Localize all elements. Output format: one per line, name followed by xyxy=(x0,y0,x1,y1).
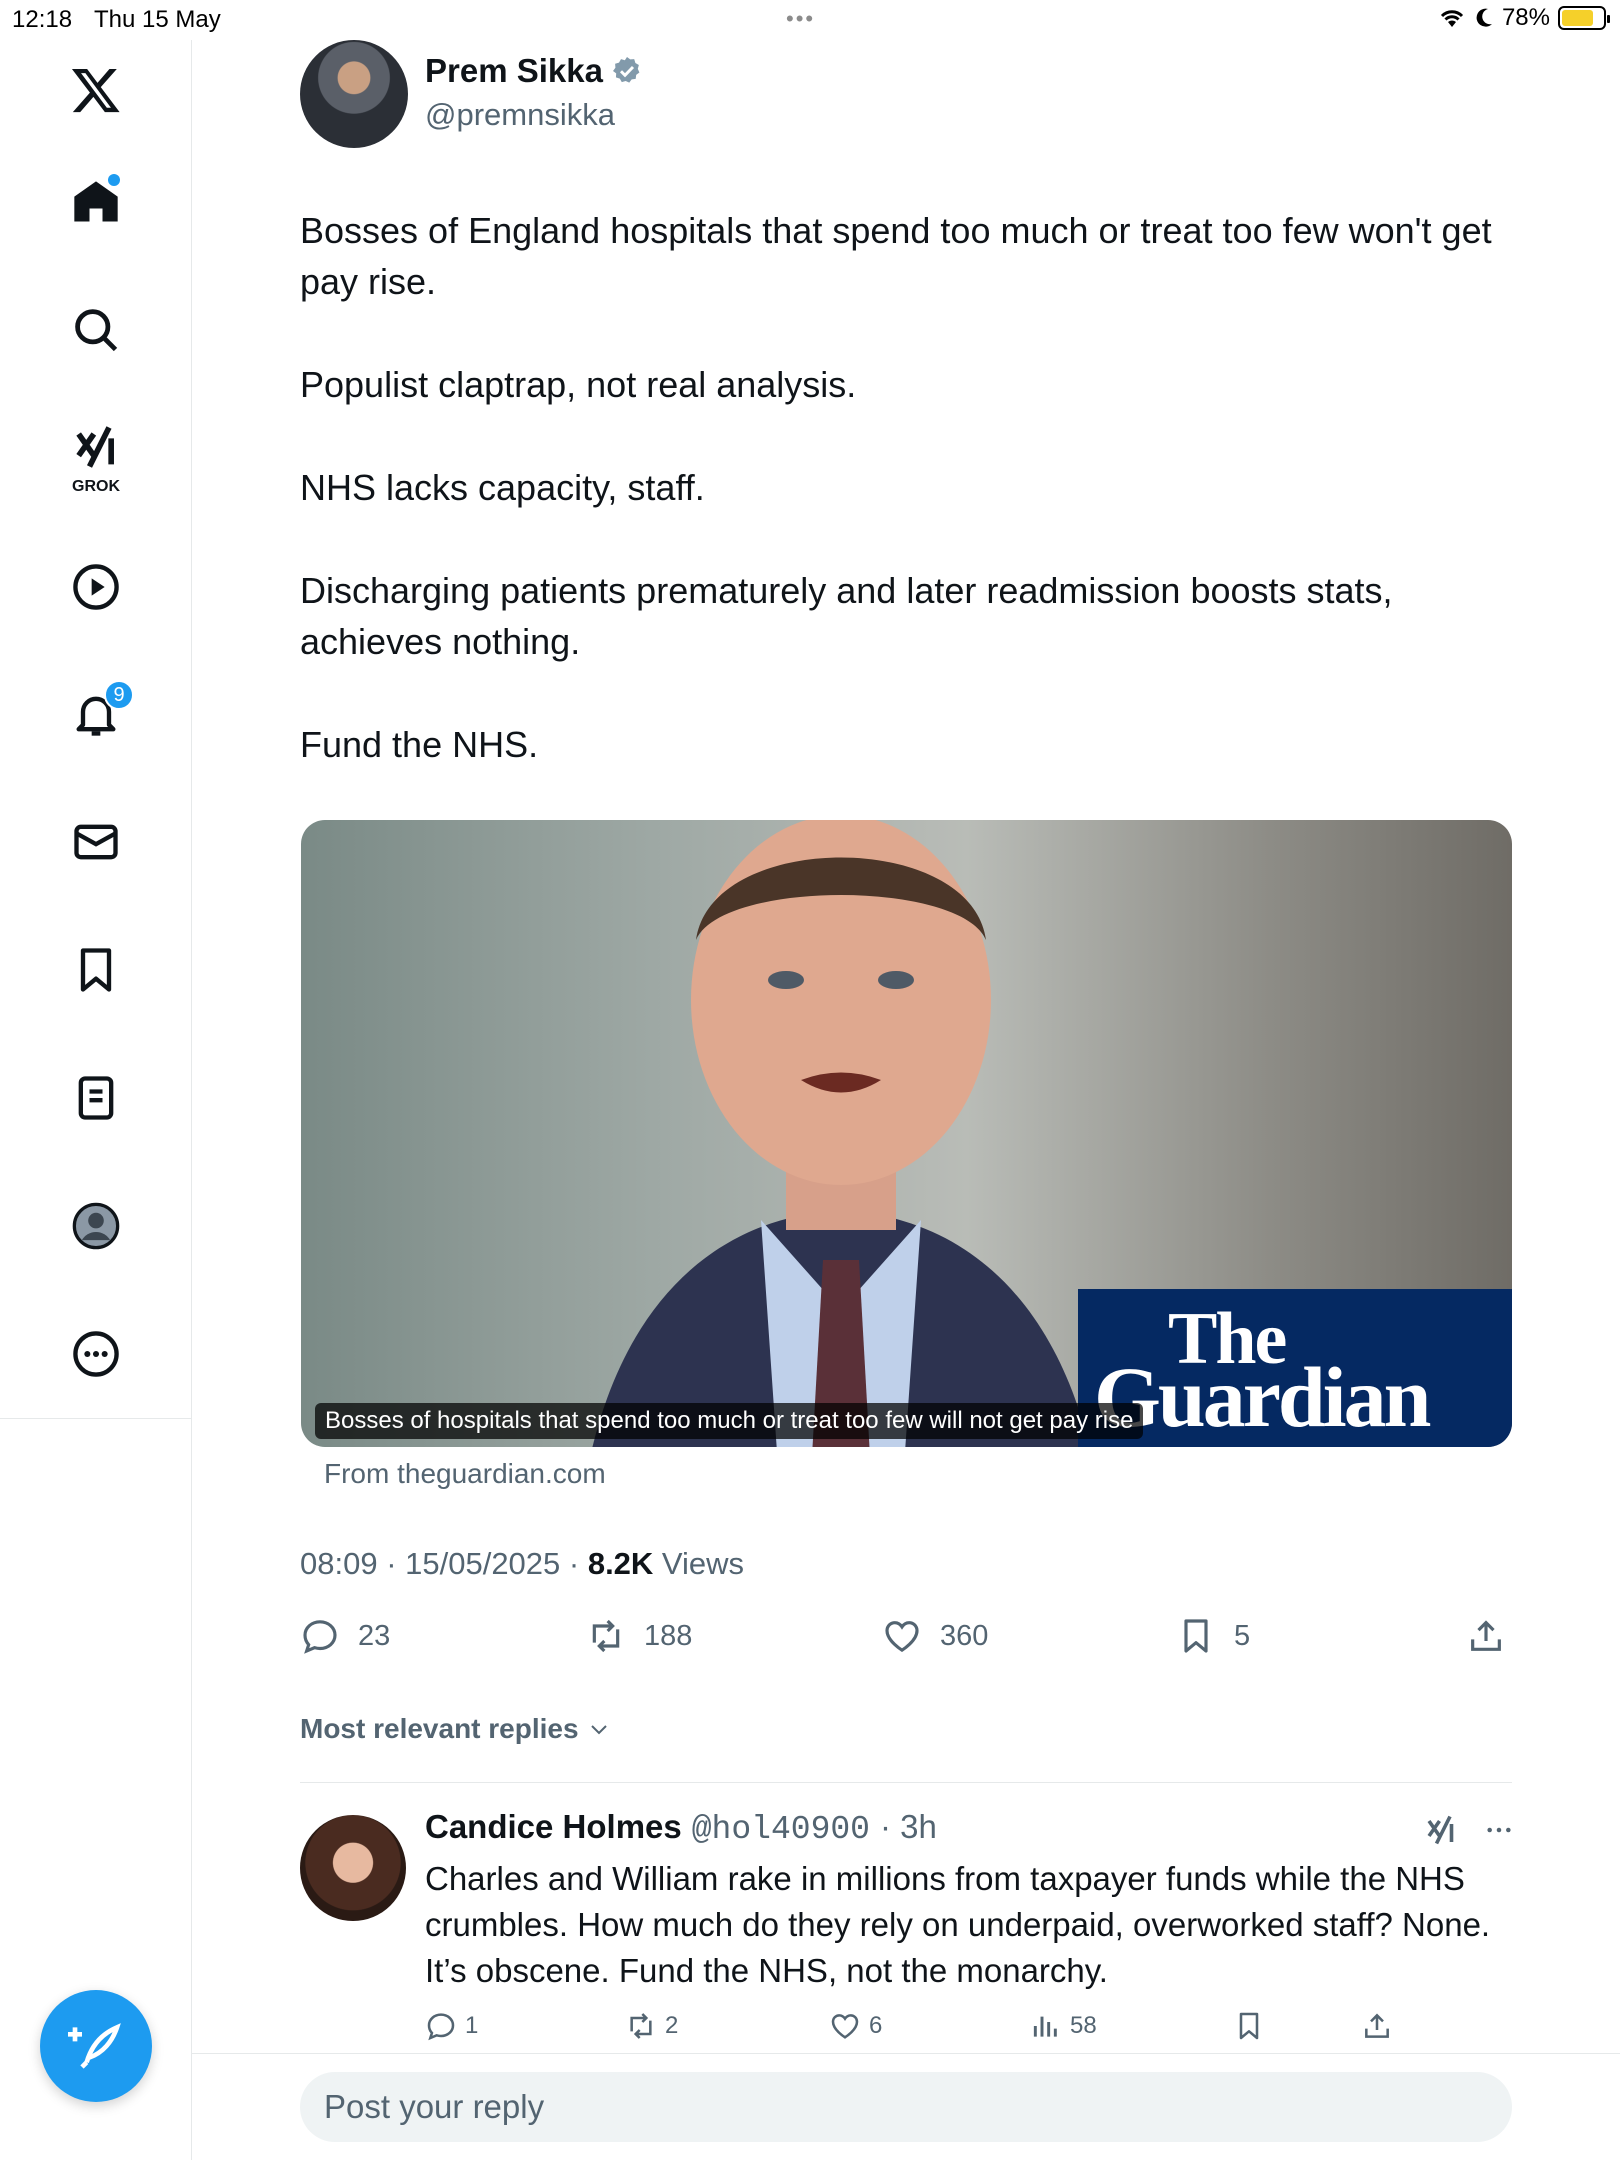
repost-count: 188 xyxy=(644,1619,693,1652)
reply-text: Charles and William rake in millions fro… xyxy=(425,1860,1491,1989)
heart-icon xyxy=(885,1621,919,1653)
reply-repost-count: 2 xyxy=(665,2012,679,2039)
author-name-text: Prem Sikka xyxy=(425,52,603,89)
replies-divider xyxy=(300,1782,1512,1783)
reply-icon xyxy=(427,2013,455,2041)
wifi-icon xyxy=(1440,10,1464,27)
card-headline: Bosses of hospitals that spend too much … xyxy=(315,1403,1144,1439)
reply-share-button[interactable] xyxy=(1361,2010,1393,2042)
home-icon[interactable] xyxy=(56,162,136,242)
reply-views-button[interactable]: 58 xyxy=(1030,2010,1097,2042)
grok-icon[interactable]: GROK xyxy=(56,416,136,496)
share-button[interactable] xyxy=(1466,1616,1506,1656)
reply-repost-button[interactable]: 2 xyxy=(625,2010,678,2042)
sidebar: GROK 9 xyxy=(0,40,192,2160)
guardian-logo: The Guardian xyxy=(1078,1289,1512,1447)
battery-icon xyxy=(1558,6,1610,30)
bookmark-icon xyxy=(1239,2012,1259,2040)
reply-composer-input[interactable]: Post your reply xyxy=(300,2072,1512,2142)
video-play-icon[interactable] xyxy=(56,547,136,627)
x-logo-icon[interactable] xyxy=(56,50,136,130)
moon-icon xyxy=(1476,8,1492,27)
composer-divider xyxy=(192,2053,1620,2054)
reply-bookmark-button[interactable] xyxy=(1233,2010,1265,2042)
like-count: 360 xyxy=(940,1619,989,1652)
card-source[interactable]: From theguardian.com xyxy=(324,1458,606,1490)
views-count: 8.2K xyxy=(587,1546,654,1581)
guardian-logo-line2: Guardian xyxy=(1094,1349,1431,1445)
verified-badge-icon xyxy=(612,57,640,83)
reply-header: Candice Holmes @hol40900 · 3h xyxy=(425,1808,1515,1848)
reply-like-count: 6 xyxy=(869,2012,883,2039)
lists-icon[interactable] xyxy=(56,1058,136,1138)
share-icon xyxy=(1365,2013,1389,2038)
repost-icon xyxy=(592,1619,620,1653)
reply-count: 23 xyxy=(358,1619,391,1652)
reply-author-handle[interactable]: @hol40900 xyxy=(692,1811,870,1848)
status-bar: 12:18 Thu 15 May ••• 78% xyxy=(0,0,1620,40)
notifications-bell-icon[interactable]: 9 xyxy=(56,674,136,754)
chevron-down-icon xyxy=(590,1725,607,1735)
more-options-icon[interactable] xyxy=(56,1314,136,1394)
bookmark-count: 5 xyxy=(1234,1619,1251,1652)
reply-more-icon[interactable] xyxy=(1483,1814,1515,1846)
grok-explain-icon[interactable] xyxy=(1423,1812,1459,1848)
reply-avatar[interactable] xyxy=(300,1815,406,1921)
author-name[interactable]: Prem Sikka xyxy=(425,52,643,90)
grok-label: GROK xyxy=(72,478,120,495)
reply-author-name[interactable]: Candice Holmes xyxy=(425,1808,682,1846)
composer-placeholder: Post your reply xyxy=(324,2088,545,2125)
article-photo xyxy=(592,820,1090,1447)
sort-label: Most relevant replies xyxy=(300,1713,579,1744)
reply-views-count: 58 xyxy=(1070,2012,1097,2039)
tweet-paragraph: Populist claptrap, not real analysis. xyxy=(300,364,857,405)
search-icon[interactable] xyxy=(56,290,136,370)
repost-button[interactable]: 188 xyxy=(586,1616,692,1656)
views-chart-icon xyxy=(1033,2016,1057,2037)
status-date: Thu 15 May xyxy=(94,6,221,33)
reply-reply-count: 1 xyxy=(465,2012,479,2039)
tweet-paragraph: Fund the NHS. xyxy=(300,724,539,765)
home-unread-dot xyxy=(108,174,120,186)
tweet-paragraph: Discharging patients prematurely and lat… xyxy=(300,570,1393,662)
bookmarks-icon[interactable] xyxy=(56,930,136,1010)
bookmark-button[interactable]: 5 xyxy=(1176,1616,1250,1656)
reply-reply-button[interactable]: 1 xyxy=(425,2010,478,2042)
reply-icon xyxy=(303,1620,337,1654)
link-preview-card[interactable]: The Guardian Bosses of hospitals that sp… xyxy=(301,820,1512,1447)
profile-icon[interactable] xyxy=(56,1186,136,1266)
like-button[interactable]: 360 xyxy=(882,1616,988,1656)
status-time: 12:18 xyxy=(12,6,73,33)
tweet-text: Bosses of England hospitals that spend t… xyxy=(300,205,1530,822)
notifications-badge: 9 xyxy=(104,680,134,710)
reply-time[interactable]: · 3h xyxy=(880,1808,937,1846)
reply-actions: 1 2 6 58 xyxy=(425,2010,1425,2050)
tweet-paragraph: Bosses of England hospitals that spend t… xyxy=(300,210,1492,302)
share-icon xyxy=(1471,1620,1501,1651)
sidebar-divider xyxy=(0,1418,192,1419)
compose-post-button[interactable] xyxy=(40,1990,152,2102)
repost-icon xyxy=(630,2013,652,2039)
views-label: Views xyxy=(653,1546,745,1581)
compose-quill-icon xyxy=(68,2023,121,2069)
replies-sort-dropdown[interactable]: Most relevant replies xyxy=(300,1713,611,1745)
battery-percent: 78% xyxy=(1501,4,1550,31)
multitasking-dots-icon[interactable]: ••• xyxy=(786,6,815,32)
tweet-timestamp[interactable]: 08:09 · 15/05/2025 · xyxy=(300,1546,588,1581)
messages-mail-icon[interactable] xyxy=(56,802,136,882)
author-handle[interactable]: @premnsikka xyxy=(425,97,615,133)
reply-button[interactable]: 23 xyxy=(300,1616,390,1656)
tweet-meta: 08:09 · 15/05/2025 · 8.2K Views xyxy=(300,1546,744,1582)
tweet-actions: 23 188 360 5 xyxy=(300,1616,1512,1666)
heart-icon xyxy=(831,2014,859,2039)
reply-like-button[interactable]: 6 xyxy=(829,2010,882,2042)
author-avatar[interactable] xyxy=(300,40,408,148)
tweet-paragraph: NHS lacks capacity, staff. xyxy=(300,467,705,508)
bookmark-icon xyxy=(1184,1619,1208,1653)
